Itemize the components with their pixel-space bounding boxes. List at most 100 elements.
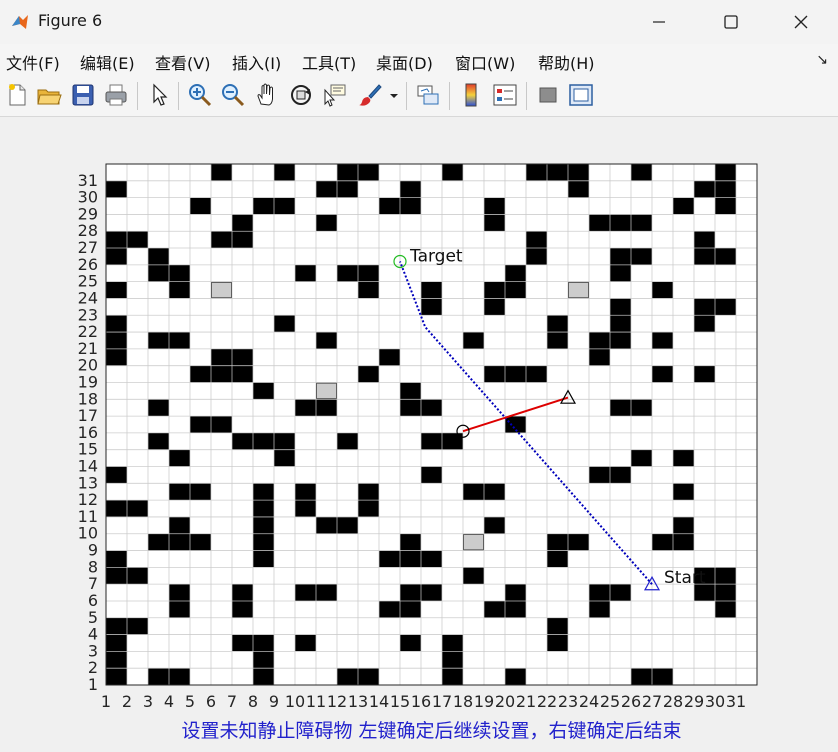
x-tick-label: 10 — [285, 692, 305, 711]
y-tick-label: 24 — [78, 288, 98, 307]
dock-arrow-icon[interactable]: ↘ — [816, 52, 828, 68]
zoom-in-icon[interactable] — [187, 82, 213, 108]
zoom-out-icon[interactable] — [220, 82, 246, 108]
obstacle-cell — [610, 315, 631, 333]
y-tick-label: 3 — [88, 641, 98, 660]
minimize-icon — [653, 21, 665, 23]
obstacle-cell — [463, 483, 484, 501]
obstacle-cell — [148, 332, 169, 349]
obstacle-cell — [673, 516, 694, 534]
obstacle-cell — [358, 668, 379, 685]
obstacle-cell — [631, 248, 652, 265]
obstacle-cell — [442, 651, 463, 669]
obstacle-cell — [337, 432, 358, 450]
insert-colorbar-icon[interactable] — [458, 82, 484, 108]
insert-legend-icon[interactable] — [492, 82, 518, 108]
obstacle-cell — [652, 533, 673, 551]
obstacle-cell — [316, 180, 337, 198]
pan-hand-icon[interactable] — [254, 82, 280, 108]
obstacle-cell — [232, 584, 253, 601]
obstacle-cell — [211, 416, 232, 433]
y-tick-label: 8 — [88, 557, 98, 576]
menu-help[interactable]: 帮助(H) — [538, 50, 595, 74]
obstacle-cell — [106, 466, 127, 484]
link-plot-icon[interactable] — [415, 82, 441, 108]
brush-icon[interactable] — [357, 82, 383, 108]
x-tick-label: 2 — [122, 692, 132, 711]
obstacle-cell — [232, 348, 253, 366]
toolbar-separator — [526, 82, 527, 110]
obstacle-cell — [169, 584, 190, 601]
open-file-icon[interactable] — [36, 82, 62, 108]
obstacle-cell — [106, 567, 127, 585]
obstacle-cell — [715, 600, 736, 618]
menu-view[interactable]: 查看(V) — [155, 50, 210, 74]
close-button[interactable] — [768, 0, 834, 44]
menu-window[interactable]: 窗口(W) — [455, 50, 515, 74]
x-tick-label: 3 — [143, 692, 153, 711]
obstacle-cell — [715, 298, 736, 316]
maximize-button[interactable] — [698, 0, 764, 44]
x-tick-label: 30 — [705, 692, 725, 711]
rotate-3d-icon[interactable] — [288, 82, 314, 108]
obstacle-cell — [337, 264, 358, 282]
print-icon[interactable] — [103, 82, 129, 108]
obstacle-cell — [547, 533, 568, 551]
obstacle-cell — [673, 197, 694, 215]
matlab-logo-icon — [12, 15, 28, 29]
obstacle-cell — [316, 214, 337, 232]
brush-dropdown-icon[interactable] — [388, 82, 400, 108]
new-figure-icon[interactable] — [4, 82, 30, 108]
obstacle-cell — [526, 164, 547, 181]
obstacle-cell — [295, 399, 316, 417]
menu-edit[interactable]: 编辑(E) — [80, 50, 135, 74]
menu-insert[interactable]: 插入(I) — [232, 50, 281, 74]
obstacle-cell — [127, 231, 148, 249]
obstacle-cell — [505, 264, 526, 282]
obstacle-cell — [358, 365, 379, 383]
target-label: Target — [409, 246, 463, 266]
obstacle-cell — [253, 483, 274, 501]
obstacle-cell — [694, 365, 715, 383]
obstacle-cell — [337, 668, 358, 685]
obstacle-cell — [589, 584, 610, 601]
hide-plot-tools-icon[interactable] — [535, 82, 561, 108]
menu-file[interactable]: 文件(F) — [6, 50, 60, 74]
x-tick-label: 26 — [621, 692, 641, 711]
x-tick-label: 28 — [663, 692, 683, 711]
show-plot-tools-icon[interactable] — [568, 82, 594, 108]
y-tick-label: 9 — [88, 541, 98, 560]
obstacle-cell — [421, 584, 442, 601]
select-pointer-icon[interactable] — [147, 82, 173, 108]
x-tick-label: 25 — [600, 692, 620, 711]
obstacle-cell — [169, 533, 190, 551]
minimize-button[interactable] — [626, 0, 692, 44]
x-axis-label: 设置未知静止障碍物 左键确定后继续设置，右键确定后结束 — [181, 720, 681, 742]
title-bar: Figure 6 — [0, 0, 838, 44]
obstacle-cell — [211, 365, 232, 383]
obstacle-cell — [652, 332, 673, 349]
obstacle-cell — [589, 214, 610, 232]
obstacle-cell — [127, 500, 148, 517]
x-tick-label: 7 — [227, 692, 237, 711]
obstacle-cell — [211, 164, 232, 181]
grid-map-plot[interactable]: 1 2 3 4 5 6 7 8 9 10 11 12 13 14 15 16 17 18 19 20 21 22 23 24 2… — [0, 117, 838, 748]
obstacle-cell — [484, 600, 505, 618]
menu-desktop[interactable]: 桌面(D) — [376, 50, 433, 74]
menu-tools[interactable]: 工具(T) — [302, 50, 356, 74]
obstacle-cell — [400, 180, 421, 198]
obstacle-cell — [673, 533, 694, 551]
obstacle-cell — [148, 668, 169, 685]
obstacle-cell — [295, 584, 316, 601]
save-icon[interactable] — [70, 82, 96, 108]
obstacle-cell — [400, 600, 421, 618]
toolbar-separator — [178, 82, 179, 110]
data-cursor-icon[interactable] — [322, 82, 348, 108]
obstacle-cell — [274, 197, 295, 215]
obstacle-cell — [442, 668, 463, 685]
y-tick-label: 21 — [78, 339, 98, 358]
obstacle-cell — [421, 399, 442, 417]
y-tick-label: 2 — [88, 658, 98, 677]
obstacle-cell — [610, 214, 631, 232]
obstacle-cell — [484, 214, 505, 232]
